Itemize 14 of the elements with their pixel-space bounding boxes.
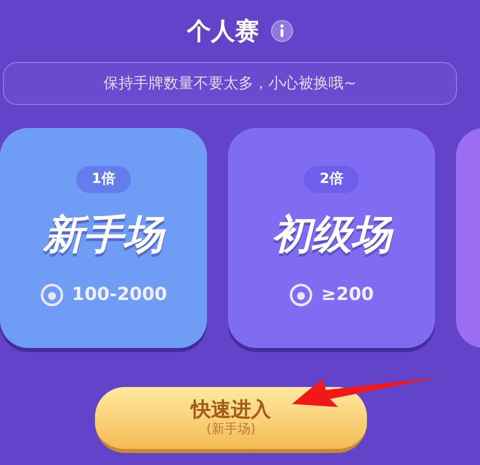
coin-icon <box>40 282 64 306</box>
info-icon[interactable] <box>271 20 293 42</box>
room-name: 新手场 <box>44 215 164 255</box>
page-title: 个人赛 <box>187 16 259 47</box>
tip-banner: 保持手牌数量不要太多，小心被换哦~ <box>3 62 457 105</box>
coin-icon <box>289 282 314 306</box>
multiplier-badge: 1倍 <box>76 166 132 193</box>
room-card[interactable]: 1倍 新手场 100-2000 <box>0 128 207 348</box>
multiplier-badge: 2倍 <box>304 166 360 193</box>
coin-range: 100-2000 <box>72 283 168 307</box>
room-card[interactable]: 2倍 初级场 ≥200 <box>228 128 435 348</box>
quick-enter-button[interactable]: 快速进入 (新手场) <box>95 387 367 453</box>
room-name: 初级场 <box>272 215 392 255</box>
coin-range: ≥200 <box>321 283 374 307</box>
